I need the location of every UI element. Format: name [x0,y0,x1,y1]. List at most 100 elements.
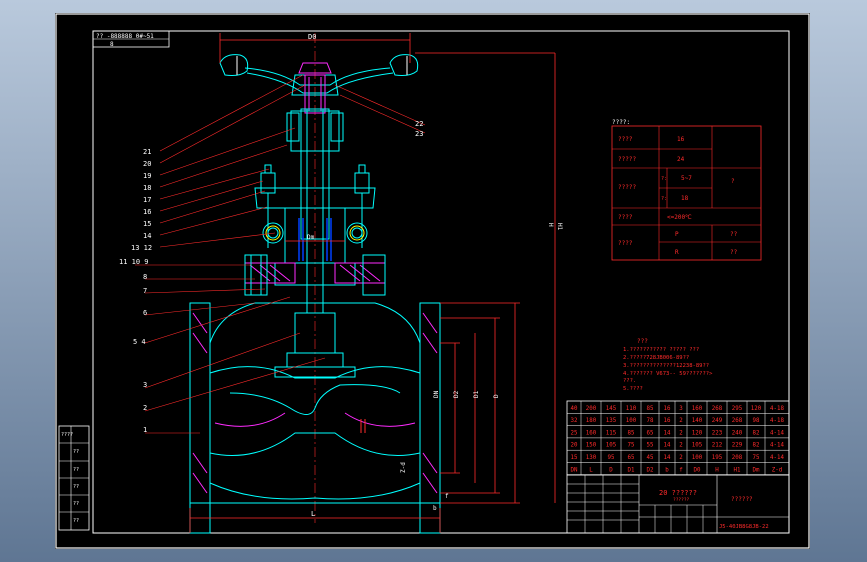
dim-table-cell: 65 [647,430,654,436]
dim-table-header-cell: D1 [628,467,635,473]
technical-notes: ??? 1.??????????? ????? ??? 2.?????728JB… [623,338,713,392]
dim-table-cell: 2 [679,455,683,461]
dim-d0: D0 [308,33,316,41]
inner-frame [92,30,790,534]
callout-6: 6 [143,309,147,317]
dim-table-cell: 105 [606,443,617,449]
strip-label-2: ?? [73,449,79,455]
dim-table-header-cell: Z-d [772,467,782,473]
dim-table-cell: 140 [692,418,703,424]
dim-table-cell: 268 [732,418,743,424]
dim-table-header-cell: b [665,467,669,473]
spec-value-2: 24 [677,156,685,163]
dim-table-cell: 120 [692,430,703,436]
dim-table-header-cell: D [609,467,613,473]
note-4: 4.??????? V673-- 59???????> [623,371,713,377]
callout-13-12: 13 12 [131,244,152,252]
dim-table-header-cell: D2 [647,467,654,473]
dim-dn: DN [433,390,440,398]
dimension-table: 40 200 145 110 85 16 3 160 268 295 120 4-1832 180 135… [566,400,790,476]
dim-table-cell: 150 [586,443,597,449]
dim-dm: Dm [307,234,315,241]
strip-label-1: ???? [61,432,73,438]
dim-table-cell: 130 [586,455,597,461]
dim-table-cell: 180 [586,418,597,424]
note-5: ???. [623,378,636,384]
dim-table-cell: 4-14 [770,443,784,449]
dim-h1: H1 [556,223,563,231]
spec-val-5b: ?? [730,249,738,256]
dimension-labels: D0 H H1 Dm DN D2 D1 D L f Z-d b [307,33,563,518]
dim-zd: Z-d [400,462,407,473]
dim-table-cell: 98 [753,418,760,424]
callout-2: 2 [143,404,147,412]
dim-table-cell: 212 [712,443,722,449]
dim-table-cell: 4-14 [770,455,784,461]
callout-18: 18 [143,184,151,192]
callout-15: 15 [143,220,151,228]
spec-sub-5a: P [675,231,679,238]
dim-table-cell: 75 [753,455,760,461]
dim-l: L [311,510,315,518]
dim-table-cell: 115 [606,430,617,436]
spec-sub-3b: ?: [661,196,667,202]
dim-table-cell: 135 [606,418,617,424]
dim-table-cell: 100 [626,418,637,424]
dim-table-cell: 95 [608,455,615,461]
spec-title: ????: [612,119,630,126]
drawing-sheet: ?? -888888 0#~51 8 ???? ?? ?? ?? ?? ?? D… [55,13,810,549]
dim-table-header-cell: D0 [694,467,701,473]
spec-value-1: 16 [677,136,685,143]
callout-8: 8 [143,273,147,281]
dim-table-cell: 160 [692,406,703,412]
strip-label-6: ?? [73,518,79,524]
stamp-line1: ?? -888888 0#~51 [96,33,154,40]
spec-label-5: ???? [618,240,633,247]
spec-label-4: ???? [618,214,633,221]
dim-table-cell: 249 [712,418,723,424]
callout-1: 1 [143,426,147,434]
spec-label-1: ???? [618,136,633,143]
strip-label-4: ?? [73,484,79,490]
drawing-canvas: ?? -888888 0#~51 8 ???? ?? ?? ?? ?? ?? D… [55,13,810,549]
dim-table-cell: 45 [647,455,654,461]
dim-table-cell: 14 [664,455,671,461]
dim-table-cell: 229 [732,443,743,449]
title-block: 20 ?????? ?????? ?????? J5-40JB8G8JB-22 [566,474,790,534]
dim-table-cell: 32 [571,418,578,424]
title-material: 20 ?????? [659,489,697,497]
dim-table-cell: 2 [679,418,683,424]
dim-b: b [433,505,437,512]
dim-table-cell: 4-14 [770,430,784,436]
stamp-line2: 8 [110,41,114,48]
callout-19: 19 [143,172,151,180]
dim-table-cell: 3 [679,406,683,412]
stamp-box: ?? -888888 0#~51 8 [92,30,170,48]
dim-table-cell: 20 [571,443,578,449]
dim-table-cell: 25 [571,430,578,436]
dim-table-cell: 208 [732,455,743,461]
dim-table-header-cell: DN [571,467,578,473]
callout-7: 7 [143,287,147,295]
dim-table-header-cell: L [589,467,593,473]
note-1: 1.??????????? ????? ??? [623,347,699,353]
dim-table-header-cell: H [715,467,719,473]
title-code: J5-40JB8G8JB-22 [719,524,769,530]
dim-table-cell: 200 [586,406,597,412]
callout-23: 23 [415,130,423,138]
dim-table-cell: 110 [626,406,637,412]
dim-table-cell: 16 [664,418,671,424]
dim-h: H [547,223,554,227]
dim-table-header-cell: f [679,467,683,473]
spec-side-3: ? [731,178,735,185]
callout-14: 14 [143,232,151,240]
dim-table-cell: 100 [692,455,703,461]
left-strip: ???? ?? ?? ?? ?? ?? [58,425,90,531]
spec-val-3b: 18 [681,195,689,202]
spec-sub-3a: ?: [661,176,667,182]
dim-table-cell: 268 [712,406,723,412]
dim-table-cell: 16 [664,406,671,412]
callout-5-4: 5 4 [133,338,146,346]
dim-table-cell: 145 [606,406,617,412]
dim-table-cell: 14 [664,443,671,449]
